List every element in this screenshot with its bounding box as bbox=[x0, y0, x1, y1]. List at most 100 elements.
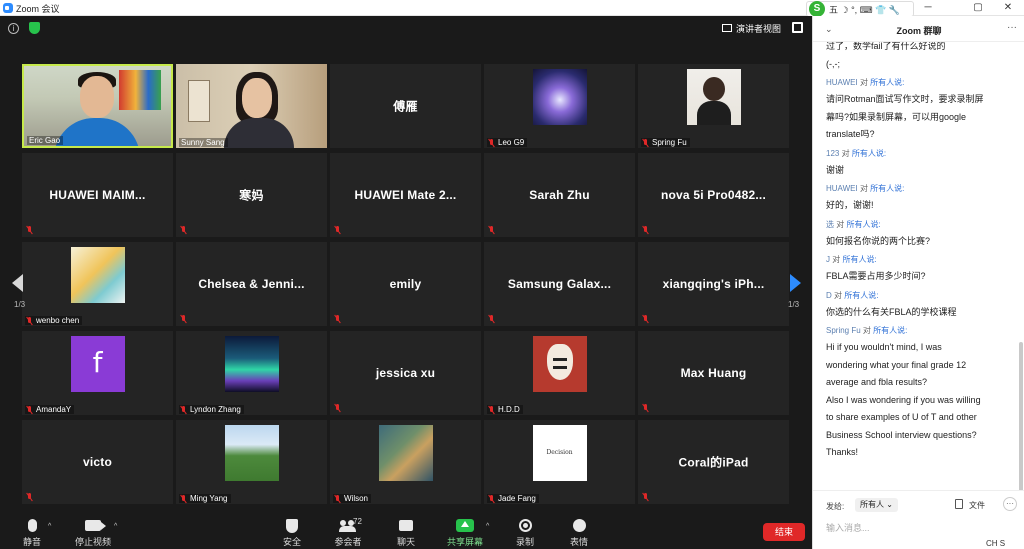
chat-message-line: 好的，谢谢! bbox=[826, 200, 874, 210]
recipient-dropdown[interactable]: 所有人 ⌄ bbox=[855, 498, 898, 512]
stop-video-button[interactable]: 停止视频 bbox=[63, 517, 123, 548]
speaker-view-button[interactable]: 演讲者视图 bbox=[722, 20, 781, 36]
muted-mic-icon bbox=[181, 226, 187, 234]
more-options-button[interactable]: ··· bbox=[1003, 497, 1017, 511]
participant-tile[interactable]: Sarah Zhu bbox=[484, 153, 635, 237]
participants-button[interactable]: 72 参会者 bbox=[318, 517, 378, 548]
chat-message: D 对 所有人说: 你选的什么有关FBLA的学校课程 bbox=[826, 290, 1011, 322]
participant-name: Wilson bbox=[344, 494, 369, 503]
chat-message-list[interactable]: 过了，数学fail了有什么好说的 (-,-; HUAWEI 对 所有人说: 请问Rot… bbox=[813, 42, 1024, 490]
encryption-shield-icon[interactable] bbox=[29, 22, 40, 34]
participant-tile[interactable]: victo bbox=[22, 420, 173, 504]
mute-button[interactable]: 静音 bbox=[2, 517, 62, 548]
participant-tile[interactable]: jessica xu bbox=[330, 331, 481, 415]
close-button[interactable]: ✕ bbox=[996, 1, 1020, 15]
participant-tile[interactable]: Coral的iPad bbox=[638, 420, 789, 504]
participant-tile[interactable]: Leo G9 bbox=[484, 64, 635, 148]
muted-mic-icon bbox=[27, 226, 33, 234]
participant-tile[interactable]: nova 5i Pro0482... bbox=[638, 153, 789, 237]
participant-tile[interactable]: Samsung Galax... bbox=[484, 242, 635, 326]
participant-name: Max Huang bbox=[680, 366, 747, 380]
participant-avatar bbox=[224, 425, 279, 481]
ime-toolbar[interactable]: S 五 ☽ °, ⌨ 👕 🔧 bbox=[806, 1, 914, 17]
audio-options-caret-icon[interactable]: ^ bbox=[48, 523, 51, 530]
chat-message-line: FBLA需要占用多少时间? bbox=[826, 271, 926, 281]
maximize-button[interactable]: ▢ bbox=[966, 1, 990, 15]
to-label: 对 bbox=[859, 78, 868, 87]
participant-tile[interactable]: wenbo chen bbox=[22, 242, 173, 326]
participant-tile[interactable]: Lyndon Zhang bbox=[176, 331, 327, 415]
participant-tile[interactable]: xiangqing's iPh... bbox=[638, 242, 789, 326]
chat-message: HUAWEI 对 所有人说: 好的，谢谢! bbox=[826, 183, 1011, 215]
minimize-button[interactable]: ─ bbox=[916, 1, 940, 15]
participant-tile[interactable]: Max Huang bbox=[638, 331, 789, 415]
sender-name: Spring Fu bbox=[826, 326, 861, 335]
muted-mic-icon bbox=[643, 226, 649, 234]
window-title: Zoom 会议 bbox=[16, 4, 60, 14]
page-indicator-left: 1/3 bbox=[14, 300, 26, 309]
participant-tile[interactable]: Chelsea & Jenni... bbox=[176, 242, 327, 326]
chat-message-line: 请问Rotman面试写作文时，要求录制屏 bbox=[826, 94, 984, 104]
participant-name: Sarah Zhu bbox=[529, 188, 590, 202]
reactions-button[interactable]: 表情 bbox=[549, 517, 609, 548]
participant-tile[interactable]: HUAWEI Mate 2... bbox=[330, 153, 481, 237]
participant-tile[interactable]: f AmandaY bbox=[22, 331, 173, 415]
share-options-caret-icon[interactable]: ^ bbox=[486, 523, 489, 530]
participants-count: 72 bbox=[353, 517, 362, 526]
participant-name-label: Ming Yang bbox=[179, 494, 231, 503]
chat-sender: 123 对 所有人说: bbox=[826, 148, 1011, 159]
participant-tile[interactable]: Ming Yang bbox=[176, 420, 327, 504]
share-screen-button[interactable]: 共享屏幕 bbox=[435, 517, 495, 548]
participant-tile[interactable]: Decision Jade Fang bbox=[484, 420, 635, 504]
video-options-caret-icon[interactable]: ^ bbox=[114, 523, 117, 530]
participant-name: nova 5i Pro0482... bbox=[661, 188, 766, 202]
end-meeting-button[interactable]: 结束 bbox=[763, 523, 805, 541]
share-screen-label: 共享屏幕 bbox=[446, 537, 483, 547]
file-button[interactable]: 文件 bbox=[969, 500, 985, 511]
participant-tile[interactable]: 寒妈 bbox=[176, 153, 327, 237]
chat-menu-icon[interactable]: ··· bbox=[1007, 22, 1017, 33]
chat-message-line: 如何报名你说的两个比赛? bbox=[826, 235, 931, 246]
ime-toolbar-icons[interactable]: 五 ☽ °, ⌨ 👕 🔧 bbox=[829, 3, 900, 16]
previous-page-arrow-icon[interactable] bbox=[12, 274, 23, 292]
record-button[interactable]: 录制 bbox=[495, 517, 555, 548]
participant-name-label: Lyndon Zhang bbox=[179, 405, 244, 414]
participant-tile[interactable]: Spring Fu bbox=[638, 64, 789, 148]
grid-view-icon bbox=[722, 24, 732, 32]
participant-name: AmandaY bbox=[36, 405, 72, 414]
participant-name: Samsung Galax... bbox=[507, 277, 612, 291]
chat-button[interactable]: 聊天 bbox=[376, 517, 436, 548]
chat-message-input[interactable]: 输入消息... bbox=[826, 521, 1011, 534]
participant-tile[interactable]: emily bbox=[330, 242, 481, 326]
chat-sender: Spring Fu 对 所有人说: bbox=[826, 325, 1011, 336]
fullscreen-icon[interactable] bbox=[792, 22, 803, 33]
chat-message-line: Thanks! bbox=[826, 447, 859, 457]
security-button[interactable]: 安全 bbox=[262, 517, 322, 548]
to-label: 对 bbox=[841, 148, 850, 158]
participant-avatar bbox=[224, 336, 279, 392]
participant-name: victo bbox=[82, 455, 112, 469]
participant-name-label: Leo G9 bbox=[487, 138, 528, 147]
meeting-area: i 演讲者视图 Eric Gao Sunny Sang 傅雁 Leo G9 Spring… bbox=[0, 16, 812, 549]
file-icon[interactable] bbox=[955, 499, 963, 509]
microphone-icon bbox=[27, 519, 37, 532]
muted-mic-icon bbox=[335, 494, 341, 503]
next-page-arrow-icon[interactable] bbox=[790, 274, 801, 292]
security-shield-icon bbox=[286, 519, 298, 533]
participant-tile[interactable]: HUAWEI MAIM... bbox=[22, 153, 173, 237]
participant-tile[interactable]: H.D.D bbox=[484, 331, 635, 415]
participant-avatar bbox=[378, 425, 433, 481]
chat-message-line: Hi if you wouldn't mind, I was bbox=[826, 342, 942, 352]
participant-tile[interactable]: Eric Gao bbox=[22, 64, 173, 148]
reactions-label: 表情 bbox=[569, 537, 588, 547]
participant-name: 寒妈 bbox=[239, 188, 264, 203]
participant-tile[interactable]: Sunny Sang bbox=[176, 64, 327, 148]
participant-name-label: AmandaY bbox=[25, 405, 75, 414]
chat-scrollbar[interactable] bbox=[1019, 342, 1023, 490]
sender-name: J bbox=[826, 255, 830, 264]
participant-tile[interactable]: 傅雁 bbox=[330, 64, 481, 148]
info-icon[interactable]: i bbox=[8, 23, 19, 34]
participant-video bbox=[24, 66, 171, 146]
participant-tile[interactable]: Wilson bbox=[330, 420, 481, 504]
participant-name: Leo G9 bbox=[498, 138, 525, 147]
